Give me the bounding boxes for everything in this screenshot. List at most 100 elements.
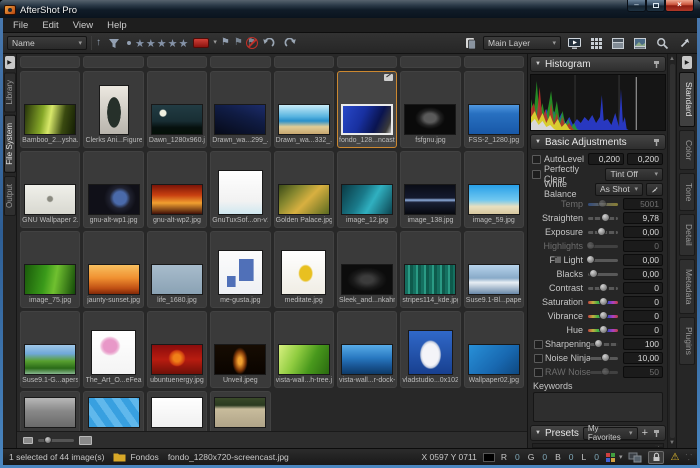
thumbnail-image[interactable]: [88, 397, 140, 428]
autolevel-high-field[interactable]: 0,200: [627, 153, 663, 165]
fill-light-slider-handle[interactable]: [586, 255, 595, 264]
thumbnail-image[interactable]: [91, 330, 136, 375]
thumbnail-cell-selected[interactable]: fondo_128...ncast.jpg: [337, 71, 397, 148]
thumbnail-cell-partial[interactable]: [147, 391, 207, 431]
thumbnail-cell-partial[interactable]: [400, 56, 460, 68]
thumbnail-image[interactable]: [24, 264, 76, 295]
star-rating-filter[interactable]: ★★★★★: [135, 37, 189, 50]
saturation-slider[interactable]: [588, 301, 618, 304]
straighten-slider-handle[interactable]: [601, 213, 610, 222]
tab-detail[interactable]: Detail: [679, 214, 695, 256]
menu-item-file[interactable]: File: [6, 20, 35, 31]
thumbnail-cell[interactable]: Clerks Ani...Figure.jpg: [83, 71, 143, 148]
thumbnail-image[interactable]: [218, 170, 263, 215]
tint-dropdown[interactable]: Tint Off ▾: [605, 168, 663, 181]
thumbnail-cell[interactable]: Sleek_and...nkahn.jpg: [337, 231, 397, 308]
thumbnail-image[interactable]: [24, 397, 76, 428]
thumbnail-image[interactable]: [341, 344, 393, 375]
maximize-button[interactable]: [646, 0, 665, 12]
thumbnail-image[interactable]: [341, 104, 393, 135]
flag-marked-icon[interactable]: ⚑: [234, 36, 243, 50]
thumbnail-image[interactable]: [341, 184, 393, 215]
raw-noise-checkbox[interactable]: [534, 368, 543, 377]
close-button[interactable]: ×: [665, 0, 694, 12]
pin-icon[interactable]: [652, 138, 661, 147]
flag-rejected-icon[interactable]: ⚑: [247, 36, 256, 50]
temp-value-field[interactable]: 5001: [623, 198, 663, 210]
tab-file-system[interactable]: File System: [4, 115, 16, 173]
magnifier-icon[interactable]: [653, 35, 671, 51]
menu-item-edit[interactable]: Edit: [35, 20, 65, 31]
thumbnail-cell-partial[interactable]: [210, 56, 270, 68]
rotate-left-icon[interactable]: [260, 35, 278, 51]
thumbnail-image[interactable]: [151, 264, 203, 295]
add-preset-button[interactable]: +: [642, 427, 648, 439]
browse-layout-icon[interactable]: [609, 35, 627, 51]
thumbnail-cell-partial[interactable]: [20, 391, 80, 431]
thumbnail-image[interactable]: [88, 264, 140, 295]
histogram-header[interactable]: ▼ Histogram: [530, 56, 666, 72]
tab-output[interactable]: Output: [4, 176, 16, 216]
noise-ninja-checkbox[interactable]: [534, 354, 543, 363]
thumbnail-image[interactable]: [151, 344, 203, 375]
white-balance-eyedropper-button[interactable]: [646, 183, 663, 196]
thumbnail-cell-partial[interactable]: [147, 56, 207, 68]
thumbnail-image[interactable]: [214, 104, 266, 135]
tab-standard[interactable]: Standard: [679, 72, 695, 127]
saturation-slider-handle[interactable]: [599, 297, 608, 306]
menu-item-help[interactable]: Help: [100, 20, 134, 31]
presets-header[interactable]: ▼ Presets My Favorites ▾ +: [530, 425, 666, 441]
thumbnail-cell[interactable]: Dawn_1280x960.jpg: [147, 71, 207, 148]
thumbnail-cell[interactable]: vista-wall...h-tree.jpg: [274, 311, 334, 388]
thumbnail-image[interactable]: [151, 184, 203, 215]
thumbnail-image[interactable]: [468, 104, 520, 135]
thumbnail-cell[interactable]: life_1680.jpg: [147, 231, 207, 308]
minimize-button[interactable]: –: [627, 0, 646, 12]
vibrance-slider-handle[interactable]: [599, 311, 608, 320]
basic-adjustments-header[interactable]: ▼ Basic Adjustments: [530, 134, 666, 150]
thumbnail-cell[interactable]: Suse9.1-Bl...papers.jpg: [464, 231, 524, 308]
thumbnail-cell-partial[interactable]: [83, 391, 143, 431]
image-preview-layout-icon[interactable]: [631, 35, 649, 51]
thumbnail-cell[interactable]: Bamboo_2...ysha.jpg: [20, 71, 80, 148]
color-label-arrow-icon[interactable]: ▾: [213, 36, 217, 50]
left-expander-arrow-icon[interactable]: ▶: [5, 56, 15, 69]
temp-slider[interactable]: [588, 203, 618, 206]
white-balance-dropdown[interactable]: As Shot ▾: [595, 183, 643, 196]
star-icon[interactable]: ★: [179, 37, 190, 50]
thumbnail-image[interactable]: [281, 250, 326, 295]
thumbnail-cell[interactable]: image_75.jpg: [20, 231, 80, 308]
thumbnail-cell[interactable]: GnuTuxSof...on-v1.jpg: [210, 151, 270, 228]
panel-scrollbar[interactable]: ▲ ▼: [667, 54, 676, 448]
fullscreen-arrow-icon[interactable]: [675, 35, 693, 51]
current-folder[interactable]: Fondos: [113, 452, 158, 462]
star-icon[interactable]: ★: [157, 37, 168, 50]
thumbnail-image[interactable]: [404, 264, 456, 295]
keywords-input[interactable]: [533, 392, 663, 422]
star-icon[interactable]: ★: [168, 37, 179, 50]
thumbnail-image[interactable]: [88, 184, 140, 215]
raw-noise-slider[interactable]: [590, 371, 618, 374]
right-expander-arrow-icon[interactable]: ▶: [682, 56, 692, 69]
contrast-value-field[interactable]: 0: [623, 282, 663, 294]
thumbnail-image[interactable]: [214, 344, 266, 375]
thumbnail-cell[interactable]: me-gusta.jpg: [210, 231, 270, 308]
color-management-dropdown[interactable]: ▾: [605, 452, 623, 463]
thumbnail-cell[interactable]: gnu-alt-wp1.jpg: [83, 151, 143, 228]
collapse-expander-icon[interactable]: [536, 448, 544, 449]
thumbnail-cell[interactable]: Unveil.jpeg: [210, 311, 270, 388]
thumbnail-cell[interactable]: Suse9.1-G...apers.jpg: [20, 311, 80, 388]
thumbnail-cell[interactable]: Drawn_wa...332_.jpg: [274, 71, 334, 148]
thumbnail-cell[interactable]: jaunty-sunset.jpg: [83, 231, 143, 308]
saturation-value-field[interactable]: 0: [623, 296, 663, 308]
collapse-arrow-icon[interactable]: ▼: [535, 430, 541, 436]
contrast-slider[interactable]: [588, 287, 618, 290]
thumbnail-image[interactable]: [151, 397, 203, 428]
thumbnail-cell[interactable]: image_138.jpg: [400, 151, 460, 228]
thumbnail-cell[interactable]: FSS-2_1280.jpg: [464, 71, 524, 148]
thumbnail-cell[interactable]: GNU Wallpaper 2.jpg: [20, 151, 80, 228]
noise-ninja-slider[interactable]: [590, 357, 618, 360]
thumbnail-grid-view-icon[interactable]: [587, 35, 605, 51]
sharpening-slider[interactable]: [590, 343, 618, 346]
exposure-slider-handle[interactable]: [597, 227, 606, 236]
